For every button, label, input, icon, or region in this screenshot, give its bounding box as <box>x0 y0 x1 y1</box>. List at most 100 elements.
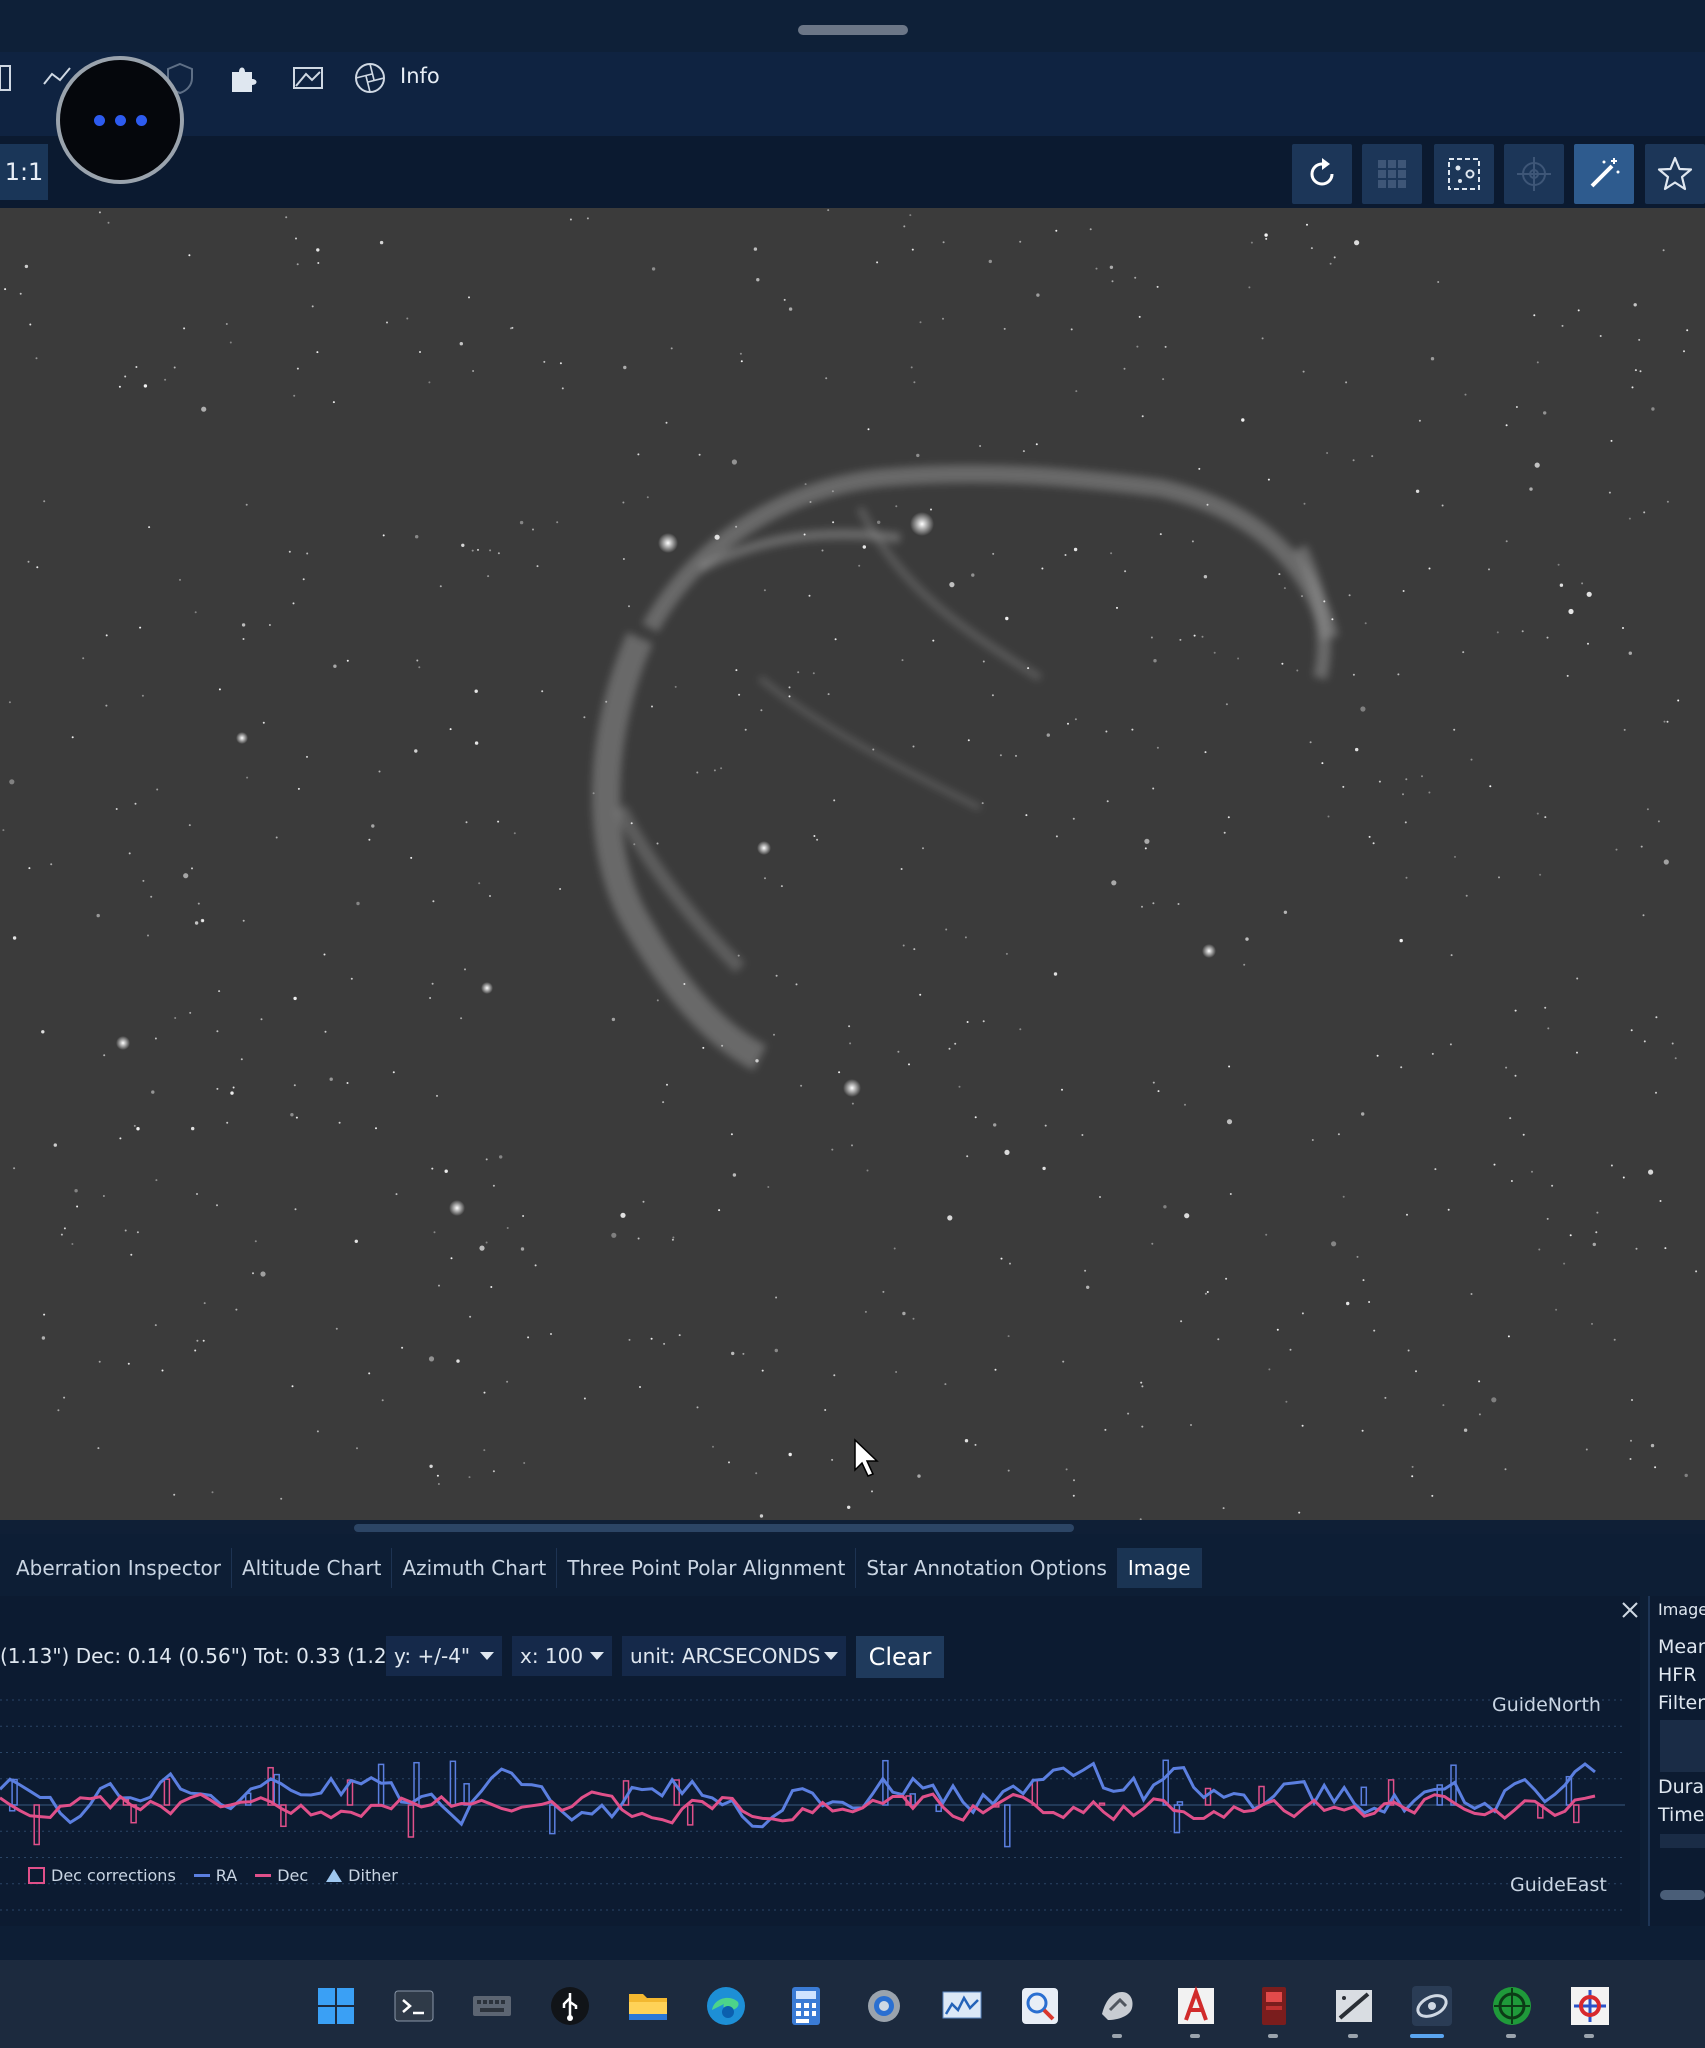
correction-bar <box>163 1778 171 1806</box>
legend-dec: Dec <box>255 1866 308 1885</box>
crosshair-icon[interactable] <box>1504 144 1564 204</box>
rotate-icon[interactable] <box>1292 144 1352 204</box>
correction-bar <box>1098 1802 1106 1806</box>
close-icon[interactable] <box>1618 1598 1642 1622</box>
triangle-icon <box>326 1868 343 1882</box>
correction-bar <box>1258 1785 1265 1806</box>
chevron-down-icon <box>824 1652 838 1660</box>
chevron-down-icon <box>590 1652 604 1660</box>
red-device-icon[interactable] <box>1252 1984 1296 2028</box>
legend-dec-corrections-label: Dec corrections <box>51 1865 176 1885</box>
sky-image-view[interactable] <box>0 208 1705 1520</box>
side-label-time: Time <box>1658 1804 1705 1826</box>
correction-bar <box>463 1783 470 1806</box>
legend-ra: RA <box>193 1865 238 1885</box>
tab-star-annotation-options[interactable]: Star Annotation Options <box>856 1548 1118 1588</box>
running-indicator <box>1348 2034 1358 2038</box>
usb-icon[interactable] <box>548 1984 592 2028</box>
tab-three-point-polar-alignment[interactable]: Three Point Polar Alignment <box>557 1548 857 1588</box>
chart-icon[interactable] <box>288 58 328 98</box>
side-label-filter: Filter <box>1658 1692 1705 1714</box>
star-icon[interactable] <box>1645 144 1705 204</box>
unit-value: unit: ARCSECONDS <box>630 1644 821 1668</box>
side-thumbnail <box>1660 1720 1705 1772</box>
side-label-mean: Mean <box>1658 1636 1705 1658</box>
correction-bar <box>1004 1804 1011 1848</box>
side-label-hfr: HFR <box>1658 1664 1697 1686</box>
search-magnify-icon[interactable] <box>1018 1984 1062 2028</box>
correction-bar <box>549 1804 556 1835</box>
zoom-1-1-button[interactable]: 1:1 <box>0 144 48 200</box>
legend-dither-label: Dither <box>348 1865 398 1885</box>
file-explorer-icon[interactable] <box>626 1984 670 2028</box>
side-scrollbar[interactable] <box>1660 1890 1705 1900</box>
guide-east-label: GuideEast <box>1510 1874 1607 1896</box>
calculator-icon[interactable] <box>784 1984 828 2028</box>
scrollbar-thumb[interactable] <box>354 1524 1074 1532</box>
phd2-icon[interactable] <box>1490 1984 1534 2028</box>
star-detect-icon[interactable] <box>1434 144 1494 204</box>
x-scale-value: x: 100 <box>520 1644 584 1668</box>
terminal-icon[interactable] <box>392 1984 436 2028</box>
chart-legend: Dec corrections RA Dec Dither <box>28 1862 416 1888</box>
guide-north-label: GuideNorth <box>1492 1694 1601 1716</box>
aperture-icon[interactable] <box>350 58 390 98</box>
unit-select[interactable]: unit: ARCSECONDS <box>622 1636 846 1676</box>
correction-bar <box>407 1804 415 1838</box>
puzzle-icon[interactable] <box>224 58 264 98</box>
correction-bar <box>449 1760 457 1806</box>
correction-bar <box>1031 1779 1039 1806</box>
line-icon <box>193 1873 210 1877</box>
side-panel-title: Image <box>1658 1600 1705 1619</box>
floating-more-button[interactable] <box>56 56 184 184</box>
dec-series-line <box>0 1790 1596 1825</box>
ascom-icon[interactable] <box>1096 1984 1140 2028</box>
correction-bar <box>1176 1801 1184 1806</box>
nina-icon[interactable] <box>1410 1984 1454 2028</box>
panels-icon[interactable] <box>0 58 34 98</box>
chevron-down-icon <box>480 1652 494 1660</box>
guide-rms-stats: (1.13") Dec: 0.14 (0.56") Tot: 0.33 (1.2… <box>0 1644 417 1668</box>
correction-bar <box>1162 1759 1169 1806</box>
side-progress <box>1660 1834 1705 1848</box>
grid-icon[interactable] <box>1362 144 1422 204</box>
ra-series-line <box>0 1761 1596 1829</box>
legend-dither: Dither <box>326 1866 398 1885</box>
edge-icon[interactable] <box>704 1984 748 2028</box>
tab-azimuth-chart[interactable]: Azimuth Chart <box>392 1548 558 1588</box>
square-icon <box>28 1866 45 1884</box>
running-indicator <box>1112 2034 1122 2038</box>
astro-app-icon[interactable] <box>1174 1984 1218 2028</box>
settings-icon[interactable] <box>862 1984 906 2028</box>
windows-start-icon[interactable] <box>314 1984 358 2028</box>
network-icon[interactable] <box>1568 1984 1612 2028</box>
sky-chart-icon[interactable] <box>1332 1984 1376 2028</box>
magic-wand-icon[interactable] <box>1574 144 1634 204</box>
monitor-graph-icon[interactable] <box>940 1984 984 2028</box>
active-app-indicator <box>1410 2034 1444 2038</box>
side-label-duration: Dura <box>1658 1776 1705 1798</box>
y-scale-select[interactable]: y: +/-4" <box>386 1636 502 1676</box>
legend-dec-label: Dec <box>277 1865 309 1885</box>
bottom-tab-bar: Aberration Inspector Altitude Chart Azim… <box>0 1548 1705 1588</box>
info-tab-label[interactable]: Info <box>400 64 440 88</box>
line-icon <box>255 1873 272 1877</box>
running-indicator <box>1584 2034 1594 2038</box>
running-indicator <box>1190 2034 1200 2038</box>
clear-button[interactable]: Clear <box>856 1636 944 1678</box>
tab-image[interactable]: Image <box>1117 1548 1202 1588</box>
legend-dec-corrections: Dec corrections <box>28 1866 176 1885</box>
correction-bar <box>33 1804 40 1846</box>
correction-bar <box>1573 1804 1580 1824</box>
running-indicator <box>1506 2034 1516 2038</box>
drag-handle[interactable] <box>798 25 908 35</box>
keyboard-icon[interactable] <box>470 1984 514 2028</box>
running-indicator <box>1268 2034 1278 2038</box>
y-scale-value: y: +/-4" <box>394 1644 471 1668</box>
correction-bar <box>686 1804 694 1826</box>
legend-ra-label: RA <box>215 1865 238 1885</box>
x-scale-select[interactable]: x: 100 <box>512 1636 612 1676</box>
tab-aberration-inspector[interactable]: Aberration Inspector <box>0 1548 232 1588</box>
tab-altitude-chart[interactable]: Altitude Chart <box>232 1548 393 1588</box>
correction-bar <box>1360 1786 1368 1806</box>
